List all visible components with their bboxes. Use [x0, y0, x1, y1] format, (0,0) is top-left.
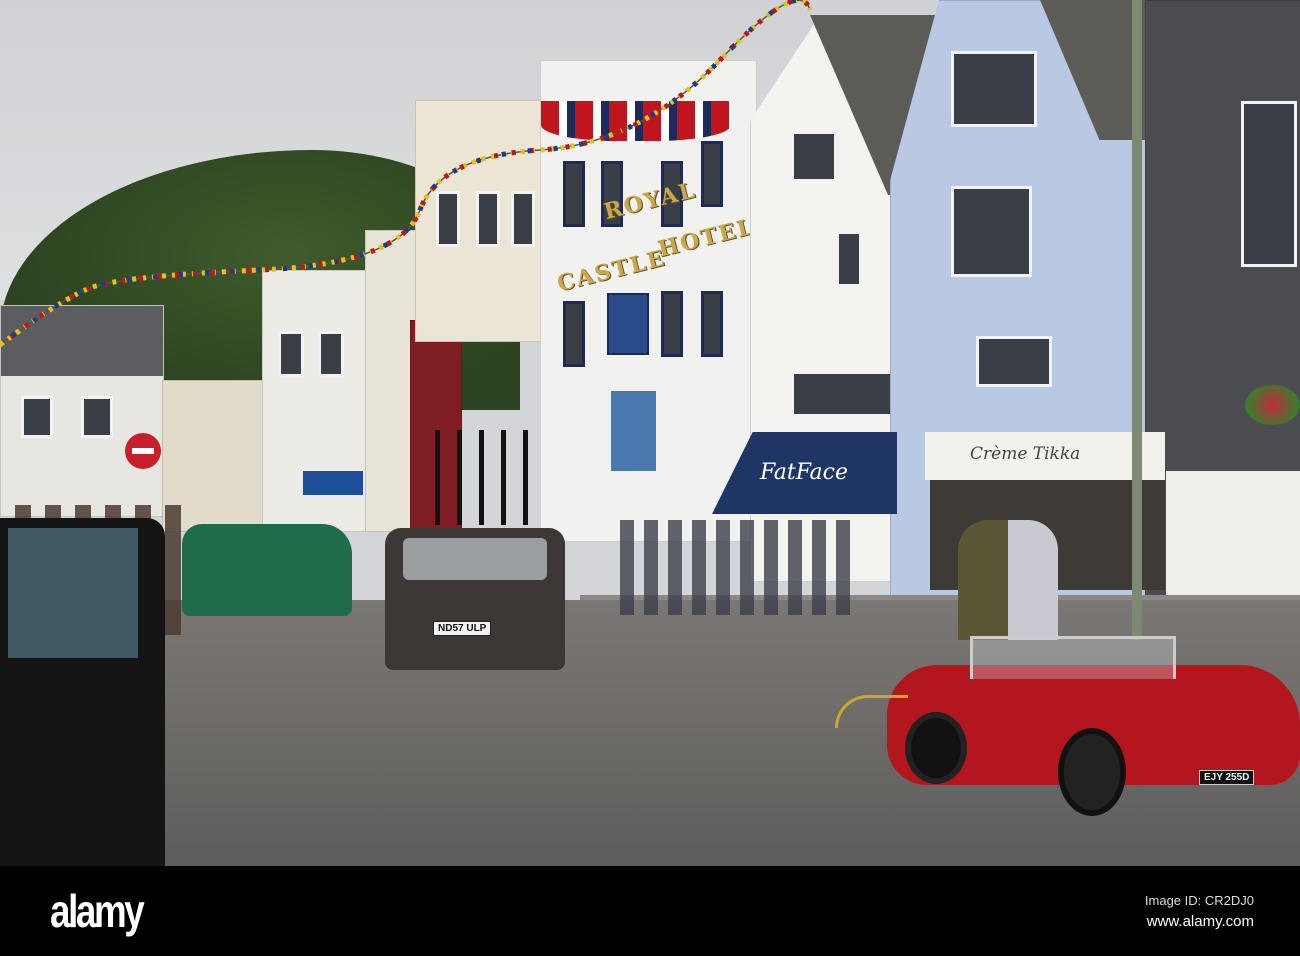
alamy-url[interactable]: www.alamy.com [1147, 913, 1254, 930]
roadster-number-plate: EJY 255D [1199, 770, 1255, 785]
flag-bunting [0, 0, 813, 348]
suv-number-plate: ND57 ULP [433, 621, 492, 636]
wheel [905, 712, 967, 784]
open-car-door [0, 518, 165, 866]
pedestrians [620, 520, 860, 615]
no-entry-sign [125, 433, 161, 469]
green-van [182, 524, 352, 616]
roadster-windscreen [970, 636, 1176, 679]
shop-sign: Crème Tikka [970, 444, 1081, 464]
fatface-sign: FatFace [760, 460, 848, 485]
lamp-post [1132, 0, 1142, 640]
image-id: Image ID: CR2DJ0 [1144, 893, 1254, 908]
roof-bikes [435, 430, 535, 525]
wheel [1058, 728, 1126, 816]
watermark-footer [0, 866, 1300, 956]
couple-pedestrians [958, 520, 1058, 640]
nissan-suv: ND57 ULP [385, 528, 565, 670]
street-photo: ROYAL HOTEL CASTLE FatFace Crème Tikka N… [0, 0, 1300, 866]
alamy-logo: alamy [50, 885, 145, 937]
